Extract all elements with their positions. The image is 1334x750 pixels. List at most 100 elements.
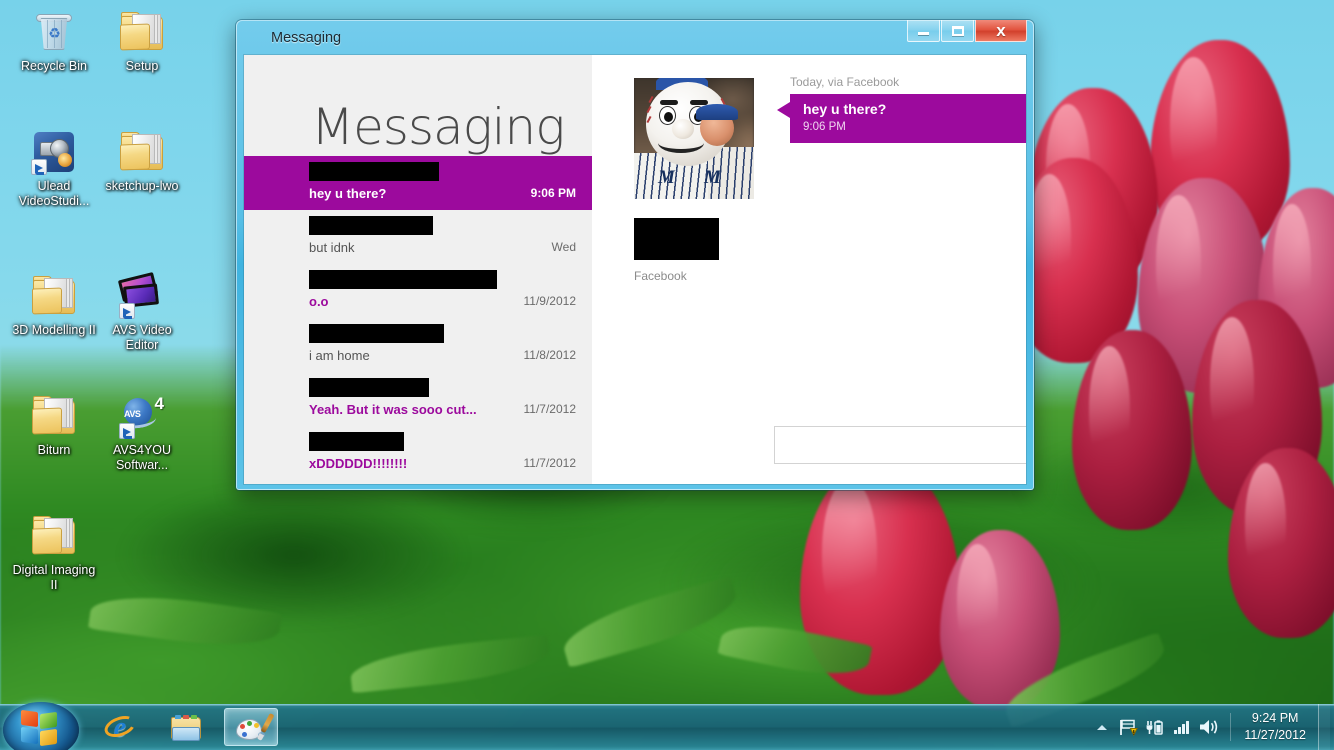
- desktop[interactable]: ♻ Recycle Bin Setup Ulead VideoStudi... …: [0, 0, 1334, 750]
- taskbar-button-internet-explorer[interactable]: e: [92, 708, 146, 746]
- conversation-preview: xDDDDDD!!!!!!!!: [309, 456, 408, 471]
- desktop-icon-label: Recycle Bin: [21, 59, 87, 73]
- maximize-button[interactable]: [941, 20, 974, 42]
- desktop-icon-avs-video-editor[interactable]: AVS Video Editor: [96, 271, 188, 353]
- conversation-list-item[interactable]: o.o 11/9/2012: [244, 264, 592, 318]
- tray-divider: [1230, 713, 1232, 741]
- conversation-preview: hey u there?: [309, 186, 387, 201]
- system-tray: 9:24 PM 11/27/2012: [1089, 704, 1334, 750]
- paint-icon: [236, 712, 275, 742]
- minimize-button[interactable]: [907, 20, 940, 42]
- desktop-icon-digital-imaging-ii[interactable]: Digital Imaging II: [8, 512, 100, 593]
- conversation-preview: but idnk: [309, 240, 355, 255]
- message-meta: Today, via Facebook: [790, 75, 900, 89]
- conversation-list-pane: Messaging hey u there? 9:06 PM but idnk …: [244, 55, 592, 484]
- show-hidden-icons-button[interactable]: [1089, 712, 1115, 742]
- desktop-icon-label: Digital Imaging II: [12, 563, 96, 592]
- window-titlebar[interactable]: Messaging x: [244, 20, 1027, 55]
- jersey-logo: M: [658, 167, 675, 188]
- desktop-icon-ulead-videostudio[interactable]: Ulead VideoStudi...: [8, 128, 100, 209]
- close-button[interactable]: x: [975, 20, 1027, 42]
- message-bubble-row: hey u there? 9:06 PM: [777, 94, 1026, 143]
- desktop-icon-label: AVS4YOU Softwar...: [112, 443, 172, 472]
- conversation-preview: Yeah. But it was sooo cut...: [309, 402, 477, 417]
- redacted-sender-name: [309, 432, 404, 451]
- file-explorer-icon: [171, 715, 203, 742]
- taskbar-button-paint[interactable]: [224, 708, 278, 746]
- desktop-icon-label: AVS Video Editor: [112, 323, 172, 352]
- desktop-icon-3d-modelling-ii[interactable]: 3D Modelling II: [8, 272, 100, 338]
- redacted-sender-name: [309, 378, 429, 397]
- network-button[interactable]: [1167, 712, 1195, 742]
- window-client-area: Messaging hey u there? 9:06 PM but idnk …: [244, 55, 1026, 484]
- avatar: M M: [634, 78, 754, 199]
- desktop-icon-recycle-bin[interactable]: ♻ Recycle Bin: [8, 8, 100, 74]
- ulead-videostudio-icon: [30, 128, 78, 176]
- folder-icon: [30, 272, 78, 320]
- redacted-sender-name: [309, 216, 433, 235]
- close-icon: x: [996, 21, 1006, 40]
- conversation-list-item[interactable]: xDDDDDD!!!!!!!! 11/7/2012: [244, 426, 592, 480]
- desktop-icon-label: Biturn: [37, 443, 71, 457]
- action-center-button[interactable]: [1115, 712, 1141, 742]
- contact-column: M M Facebook: [634, 78, 756, 283]
- desktop-icon-biturn[interactable]: Biturn: [8, 392, 100, 458]
- conversation-timestamp: 11/9/2012: [523, 294, 577, 308]
- conversation-pane: M M Facebook Today, via Facebook hey u t…: [592, 55, 1026, 484]
- desktop-icon-label: Setup: [125, 59, 159, 73]
- conversation-preview: i am home: [309, 348, 370, 363]
- conversation-timestamp: Wed: [551, 240, 576, 254]
- bubble-tail: [777, 102, 790, 118]
- avs4you-icon: AVS 4: [118, 392, 166, 440]
- desktop-icon-setup[interactable]: Setup: [96, 8, 188, 74]
- messaging-window[interactable]: Messaging x Messaging hey u there? 9:06 …: [236, 20, 1034, 490]
- volume-button[interactable]: [1195, 712, 1225, 742]
- conversation-list-item[interactable]: Yeah. But it was sooo cut... 11/7/2012: [244, 372, 592, 426]
- avs-video-editor-icon: [117, 271, 166, 320]
- redacted-sender-name: [309, 324, 444, 343]
- conversation-list-item[interactable]: but idnk Wed: [244, 210, 592, 264]
- contact-service-label: Facebook: [634, 269, 687, 283]
- conversation-timestamp: 11/7/2012: [523, 456, 577, 470]
- show-desktop-button[interactable]: [1318, 704, 1330, 750]
- app-heading: Messaging: [311, 98, 565, 156]
- shortcut-arrow-icon: [119, 423, 135, 439]
- message-time: 9:06 PM: [803, 121, 846, 133]
- taskbar[interactable]: e 9:24 PM 11/27/2012: [0, 702, 1334, 750]
- taskbar-button-file-explorer[interactable]: [158, 708, 212, 746]
- power-plug-battery-icon: [1146, 719, 1163, 735]
- folder-icon: [118, 8, 166, 56]
- chevron-up-icon: [1097, 724, 1108, 730]
- minimize-icon: [918, 32, 929, 35]
- start-button[interactable]: [3, 702, 79, 750]
- windows-logo-icon: [21, 709, 61, 747]
- maximize-icon: [951, 25, 964, 36]
- message-input[interactable]: [774, 426, 1026, 464]
- clock-time: 9:24 PM: [1251, 711, 1299, 725]
- folder-icon: [30, 512, 78, 560]
- internet-explorer-icon: e: [101, 712, 139, 742]
- message-bubble[interactable]: hey u there? 9:06 PM: [790, 94, 1026, 143]
- power-button[interactable]: [1141, 712, 1167, 742]
- clock-date: 11/27/2012: [1244, 728, 1306, 742]
- conversation-list-item[interactable]: hey u there? 9:06 PM: [244, 156, 592, 210]
- recycle-bin-icon: ♻: [30, 8, 78, 56]
- folder-icon: [118, 128, 166, 176]
- shortcut-arrow-icon: [31, 159, 47, 175]
- window-controls: x: [906, 20, 1027, 42]
- flag-warning-icon: [1119, 719, 1138, 736]
- desktop-icon-label: Ulead VideoStudi...: [18, 179, 90, 208]
- folder-icon: [30, 392, 78, 440]
- conversation-timestamp: 11/7/2012: [523, 402, 577, 416]
- desktop-icon-sketchup-lwo[interactable]: sketchup-lwo: [96, 128, 188, 194]
- window-title: Messaging: [271, 30, 342, 46]
- message-thread: Today, via Facebook hey u there? 9:06 PM: [777, 75, 1026, 143]
- conversation-timestamp: 11/8/2012: [523, 348, 577, 362]
- signal-bars-icon: [1174, 720, 1189, 734]
- clock[interactable]: 9:24 PM 11/27/2012: [1236, 710, 1318, 744]
- conversation-list-item[interactable]: i am home 11/8/2012: [244, 318, 592, 372]
- desktop-icon-avs4you-software[interactable]: AVS 4 AVS4YOU Softwar...: [96, 392, 188, 473]
- redacted-contact-name: [634, 218, 719, 260]
- shortcut-arrow-icon: [119, 303, 135, 319]
- desktop-icon-label: 3D Modelling II: [12, 323, 96, 337]
